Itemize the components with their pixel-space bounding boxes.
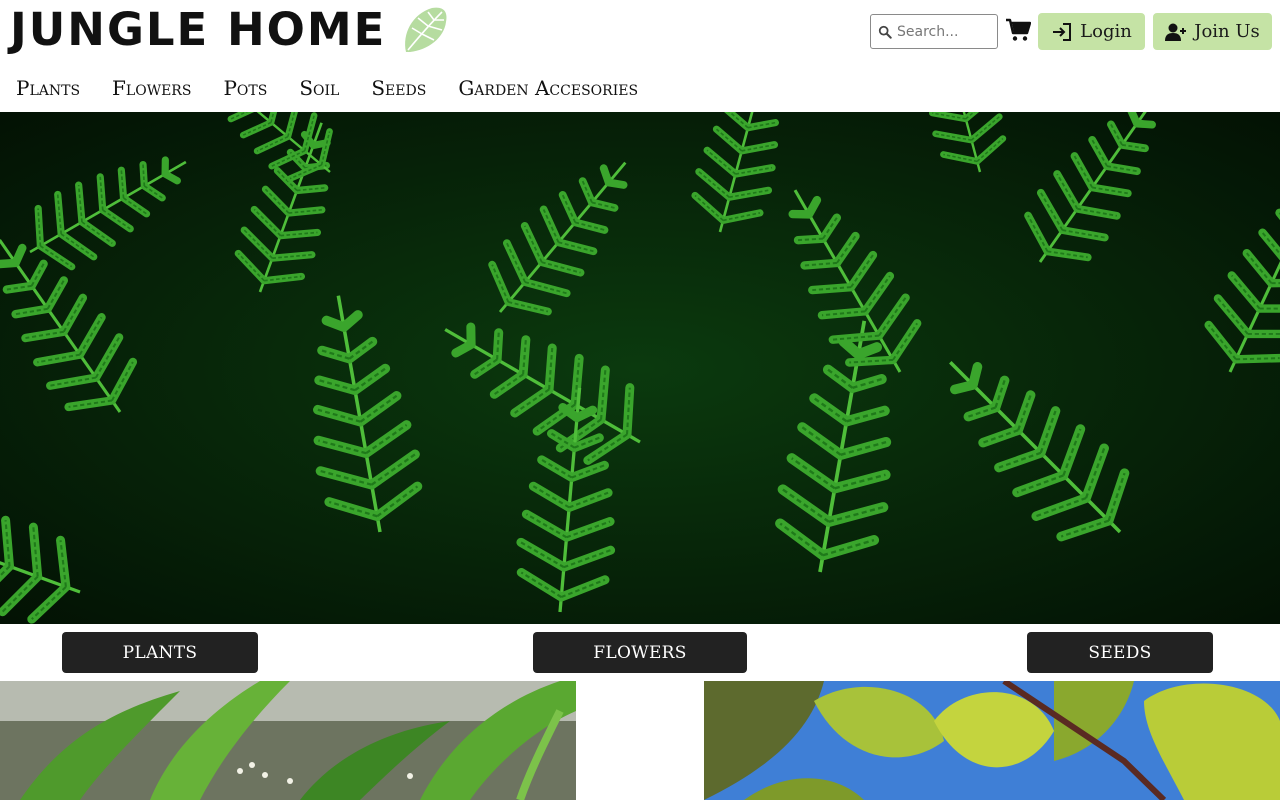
monstera-leaf-icon [405,7,447,52]
nav-item-flowers[interactable]: Flowers [112,68,191,108]
nav-item-soil[interactable]: Soil [299,68,339,108]
green-plant-photo[interactable] [0,681,576,800]
search-icon [878,25,892,39]
search-input[interactable] [897,23,997,40]
sign-in-icon [1053,22,1072,41]
join-us-button[interactable]: Join Us [1153,13,1272,50]
fern-foliage-image [0,112,1280,624]
nav-item-seeds[interactable]: Seeds [371,68,426,108]
leaves-sky-photo[interactable] [704,681,1280,800]
join-us-label: Join Us [1194,21,1260,42]
cart-icon[interactable] [1005,18,1031,42]
nav-item-plants[interactable]: Plants [16,68,80,108]
category-seeds-button[interactable]: SEEDS [1027,632,1213,673]
search-box[interactable] [870,14,998,49]
login-button[interactable]: Login [1038,13,1145,50]
category-plants-button[interactable]: PLANTS [62,632,258,673]
hero-fern-image [0,112,1280,624]
nav-item-pots[interactable]: Pots [223,68,267,108]
user-plus-icon [1165,23,1187,41]
main-nav: Plants Flowers Pots Soil Seeds Garden Ac… [0,68,654,108]
brand-logo[interactable]: JUNGLE HOME [10,2,450,58]
login-label: Login [1080,21,1132,42]
site-header: JUNGLE HOME Login Join Us [0,0,1280,112]
brand-name: JUNGLE HOME [10,3,387,56]
nav-item-garden-accessories[interactable]: Garden Accesories [458,68,638,108]
category-flowers-button[interactable]: FLOWERS [533,632,747,673]
